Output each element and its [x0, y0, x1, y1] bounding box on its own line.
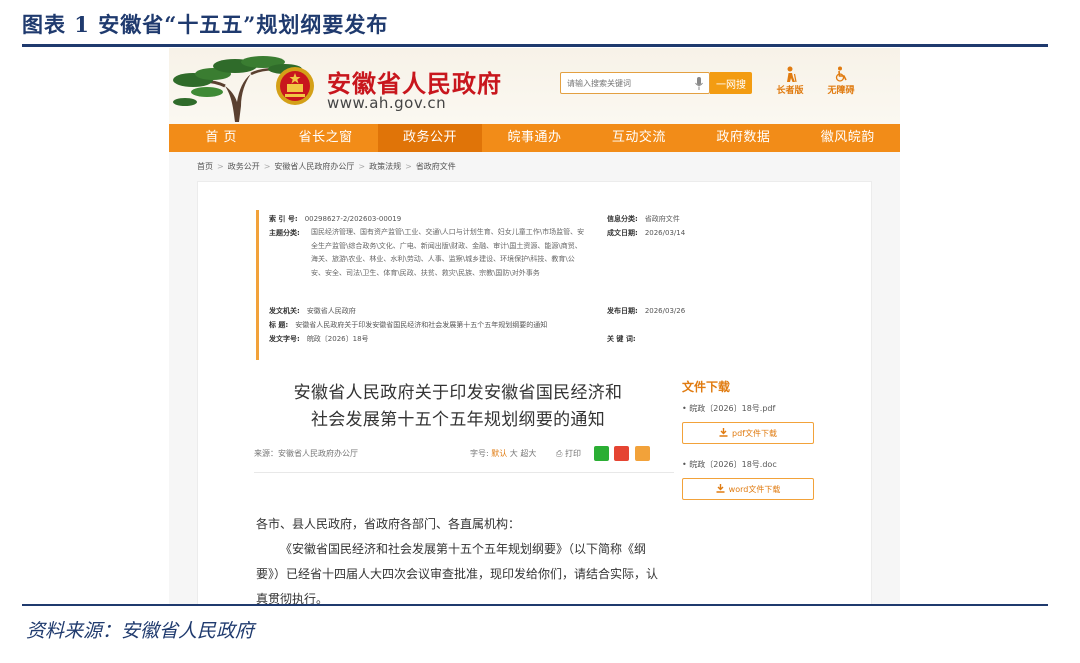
nav-item-governor[interactable]: 省长之窗 [273, 124, 377, 152]
breadcrumb-separator: > [358, 162, 366, 171]
meta-published-date: 发布日期: 2026/03/26 [607, 307, 686, 315]
site-header: 安徽省人民政府 www.ah.gov.cn 一网搜 长者版 [169, 48, 900, 124]
source-note: 资料来源：安徽省人民政府 [26, 620, 255, 642]
document-source: 来源：安徽省人民政府办公厅 [254, 449, 358, 458]
nav-item-home[interactable]: 首 页 [169, 124, 273, 152]
print-button[interactable]: ⎙ 打印 [556, 448, 581, 459]
meta-theme-label: 主题分类: [269, 229, 300, 237]
weibo-share-icon[interactable] [614, 446, 629, 461]
toolbar-divider [254, 472, 674, 473]
nav-item-data[interactable]: 政府数据 [691, 124, 795, 152]
breadcrumb-home[interactable]: 首页 [197, 162, 213, 171]
search-button[interactable]: 一网搜 [710, 72, 752, 94]
body-paragraph: 《安徽省国民经济和社会发展第十五个五年规划纲要》（以下简称《纲要》）已经省十四届… [256, 542, 659, 604]
font-size-default[interactable]: 默认 [491, 449, 507, 458]
bottom-rule [22, 604, 1048, 606]
breadcrumb-separator: > [217, 162, 224, 171]
download-file-pdf-name: • 皖政〔2026〕18号.pdf [682, 404, 776, 413]
wheelchair-icon [835, 66, 847, 82]
microphone-icon[interactable] [695, 77, 703, 90]
pdf-download-button[interactable]: pdf文件下载 [682, 422, 814, 444]
breadcrumb-policy[interactable]: 政策法规 [369, 162, 401, 171]
font-size-control: 字号: 默认 大 超大 [470, 448, 536, 459]
print-icon: ⎙ [556, 449, 563, 458]
breadcrumb-separator: > [263, 162, 271, 171]
word-download-button[interactable]: word文件下载 [682, 478, 814, 500]
wechat-share-icon[interactable] [594, 446, 609, 461]
site-url: www.ah.gov.cn [327, 94, 447, 112]
nav-item-interaction[interactable]: 互动交流 [587, 124, 691, 152]
nav-item-services[interactable]: 皖事通办 [482, 124, 586, 152]
font-size-label: 字号: [470, 449, 489, 458]
download-icon [716, 483, 725, 493]
content-card: 索 引 号: 00298627-2/202603-00019 主题分类: 国民经济… [197, 181, 872, 604]
downloads-title: 文件下载 [682, 380, 731, 394]
meta-theme-value: 国民经济管理、国有资产监管\工业、交通\人口与计划生育、妇女儿童工作\市场监管、… [311, 228, 585, 277]
meta-created-date: 成文日期: 2026/03/14 [607, 229, 686, 237]
top-rule [22, 44, 1048, 47]
body-salutation: 各市、县人民政府，省政府各部门、各直属机构： [256, 517, 521, 531]
breadcrumb-separator: > [405, 162, 412, 171]
accessibility-link[interactable]: 无障碍 [821, 66, 861, 96]
nav-item-culture[interactable]: 徽风皖韵 [796, 124, 900, 152]
print-label: 打印 [564, 449, 581, 458]
figure-title: 图表 1 安徽省“十五五”规划纲要发布 [22, 12, 389, 37]
nav-item-gov-affairs[interactable]: 政务公开 [377, 124, 483, 152]
search-box [560, 72, 710, 94]
document-title-line-2: 社会发展第十五个五年规划纲要的通知 [310, 410, 606, 430]
meta-doc-number: 发文字号: 皖政〔2026〕18号 [269, 335, 369, 343]
accessibility-label: 无障碍 [827, 86, 855, 96]
downloads-panel: 文件下载 • 皖政〔2026〕18号.pdf pdf文件下载 • 皖政〔2026… [682, 378, 832, 500]
meta-keywords: 关 键 词: [607, 335, 636, 343]
breadcrumb-docs[interactable]: 省政府文件 [416, 162, 456, 171]
breadcrumb-office[interactable]: 安徽省人民政府办公厅 [274, 162, 354, 171]
meta-category: 信息分类: 省政府文件 [607, 215, 680, 223]
breadcrumb: 首页 > 政务公开 > 安徽省人民政府办公厅 > 政策法规 > 省政府文件 [197, 161, 456, 172]
elder-mode-link[interactable]: 长者版 [770, 66, 810, 96]
favorite-star-icon[interactable] [635, 446, 650, 461]
document-title: 安徽省人民政府关于印发安徽省国民经济和 社会发展第十五个五年规划纲要的通知 [238, 380, 678, 434]
national-emblem-icon [276, 67, 314, 105]
breadcrumb-gov-affairs[interactable]: 政务公开 [228, 162, 260, 171]
main-nav: 首 页 省长之窗 政务公开 皖事通办 互动交流 政府数据 徽风皖韵 [169, 124, 900, 152]
search-input[interactable] [561, 73, 683, 93]
document-body: 各市、县人民政府，省政府各部门、各直属机构： 《安徽省国民经济和社会发展第十五个… [256, 512, 666, 604]
download-file-doc-name: • 皖政〔2026〕18号.doc [682, 460, 777, 469]
font-size-large[interactable]: 大 [510, 449, 518, 458]
meta-index: 索 引 号: 00298627-2/202603-00019 [269, 215, 402, 223]
document-title-line-1: 安徽省人民政府关于印发安徽省国民经济和 [293, 383, 623, 403]
download-icon [719, 427, 728, 437]
meta-issuer: 发文机关: 安徽省人民政府 [269, 307, 356, 315]
elder-mode-label: 长者版 [776, 86, 804, 96]
font-size-xlarge[interactable]: 超大 [520, 449, 536, 458]
document-toolbar: 来源：安徽省人民政府办公厅 字号: 默认 大 超大 ⎙ 打印 [254, 446, 674, 462]
meta-title: 标 题: 安徽省人民政府关于印发安徽省国民经济和社会发展第十五个五年规划纲要的通知 [269, 321, 548, 329]
elder-icon [787, 66, 797, 82]
website-screenshot: 安徽省人民政府 www.ah.gov.cn 一网搜 长者版 [169, 48, 900, 604]
document-metadata: 索 引 号: 00298627-2/202603-00019 主题分类: 国民经济… [256, 210, 716, 360]
